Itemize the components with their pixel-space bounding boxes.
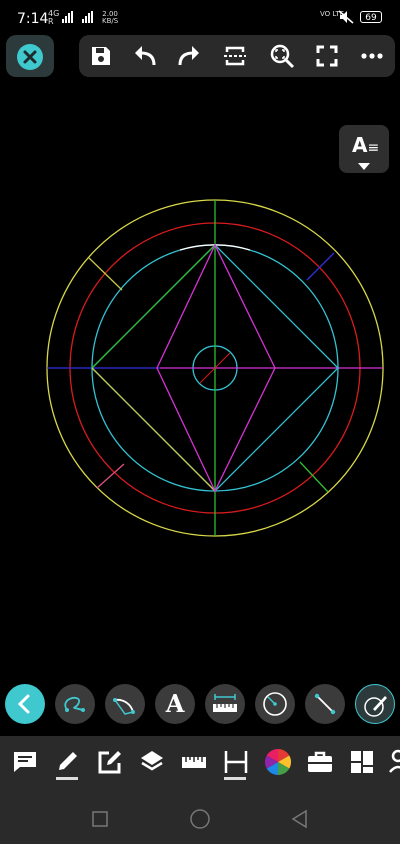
text-tool-label: A xyxy=(165,689,185,718)
tick-top-left xyxy=(88,257,123,291)
edit-button[interactable] xyxy=(96,748,124,782)
color-button[interactable] xyxy=(264,748,292,782)
toolbox-icon xyxy=(308,751,332,772)
text-tool[interactable]: A xyxy=(155,684,195,724)
circle-tool[interactable] xyxy=(255,684,295,724)
system-nav-bar xyxy=(0,792,400,844)
measure-icon xyxy=(213,694,237,712)
layers-button[interactable] xyxy=(138,748,166,782)
home-button[interactable] xyxy=(188,807,212,831)
layers-icon xyxy=(141,751,163,771)
ruler-button[interactable] xyxy=(180,748,208,782)
ruler-icon xyxy=(182,757,206,768)
back-icon xyxy=(17,694,30,714)
dimension-icon xyxy=(224,751,248,773)
dimension-underline xyxy=(224,777,246,780)
line-tool[interactable] xyxy=(305,684,345,724)
measure-tool[interactable] xyxy=(205,684,245,724)
recents-button[interactable] xyxy=(88,807,112,831)
home-icon xyxy=(190,809,210,829)
recents-icon xyxy=(92,811,108,827)
square-edge-green xyxy=(91,244,216,369)
tick-bottom-right xyxy=(299,461,329,493)
bottom-toolbar xyxy=(0,736,400,792)
tool-row: A xyxy=(0,684,400,726)
line-icon xyxy=(314,693,336,715)
edit-icon xyxy=(98,751,121,774)
brush-tool[interactable] xyxy=(355,684,395,724)
arc-icon xyxy=(113,698,135,715)
grid-button[interactable] xyxy=(348,748,376,782)
back-button[interactable] xyxy=(5,684,45,724)
grid-icon xyxy=(351,751,373,773)
more-tools-icon xyxy=(389,749,400,773)
comment-button[interactable] xyxy=(11,748,39,782)
brush-icon xyxy=(364,696,387,717)
more-tools-button[interactable] xyxy=(388,748,400,782)
curve-icon xyxy=(64,696,85,712)
active-underline xyxy=(56,777,78,780)
pencil-icon xyxy=(59,752,77,770)
nav-back-button[interactable] xyxy=(288,807,312,831)
tick-top-right xyxy=(306,252,335,281)
pencil-button[interactable] xyxy=(54,748,82,782)
square-edge-yellow xyxy=(91,367,216,492)
curve-tool[interactable] xyxy=(55,684,95,724)
nav-back-icon xyxy=(291,809,307,829)
dimension-button[interactable] xyxy=(222,748,250,782)
toolbox-button[interactable] xyxy=(306,748,334,782)
arc-tool[interactable] xyxy=(105,684,145,724)
circle-icon xyxy=(263,692,287,716)
comment-icon xyxy=(14,752,36,772)
color-icon xyxy=(264,748,292,776)
